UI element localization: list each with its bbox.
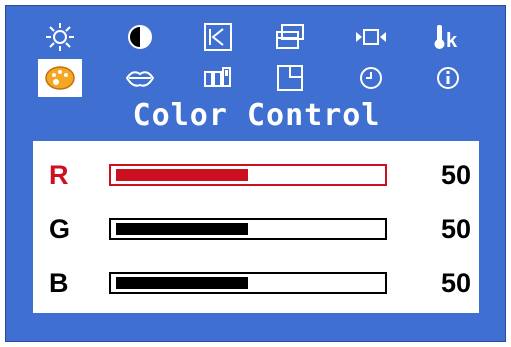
brightness-icon[interactable]: [38, 18, 82, 56]
green-level-fill: [116, 223, 248, 235]
position-icon[interactable]: [196, 18, 240, 56]
red-channel-value: 50: [440, 160, 471, 190]
svg-text:k: k: [446, 30, 458, 52]
display-mode-icon[interactable]: [268, 59, 312, 97]
contrast-icon[interactable]: [118, 18, 162, 56]
menu-title: Color Control: [132, 98, 381, 133]
red-channel-label: R: [49, 160, 69, 190]
osd-menu: k Color Control R 50 G 50 B 50: [5, 5, 506, 342]
green-level-slider[interactable]: [109, 218, 387, 240]
blue-channel-row[interactable]: B 50: [33, 263, 479, 303]
green-channel-value: 50: [440, 214, 471, 244]
size-icon[interactable]: [268, 18, 312, 56]
red-level-slider[interactable]: [109, 164, 387, 186]
red-level-fill: [116, 169, 248, 181]
language-icon[interactable]: [118, 59, 162, 97]
information-icon[interactable]: [426, 59, 470, 97]
green-channel-label: G: [49, 214, 71, 244]
red-channel-row[interactable]: R 50: [33, 155, 479, 195]
green-channel-row[interactable]: G 50: [33, 209, 479, 249]
blue-channel-label: B: [49, 268, 69, 298]
image-setup-icon[interactable]: [196, 59, 240, 97]
video-input-icon[interactable]: [349, 18, 393, 56]
color-control-icon[interactable]: [38, 59, 82, 97]
icon-grid: k: [6, 6, 507, 101]
color-control-panel: R 50 G 50 B 50: [33, 141, 479, 313]
blue-level-slider[interactable]: [109, 272, 387, 294]
blue-level-fill: [116, 277, 248, 289]
osd-timer-icon[interactable]: [349, 59, 393, 97]
color-temperature-icon[interactable]: k: [426, 18, 470, 56]
blue-channel-value: 50: [440, 268, 471, 298]
